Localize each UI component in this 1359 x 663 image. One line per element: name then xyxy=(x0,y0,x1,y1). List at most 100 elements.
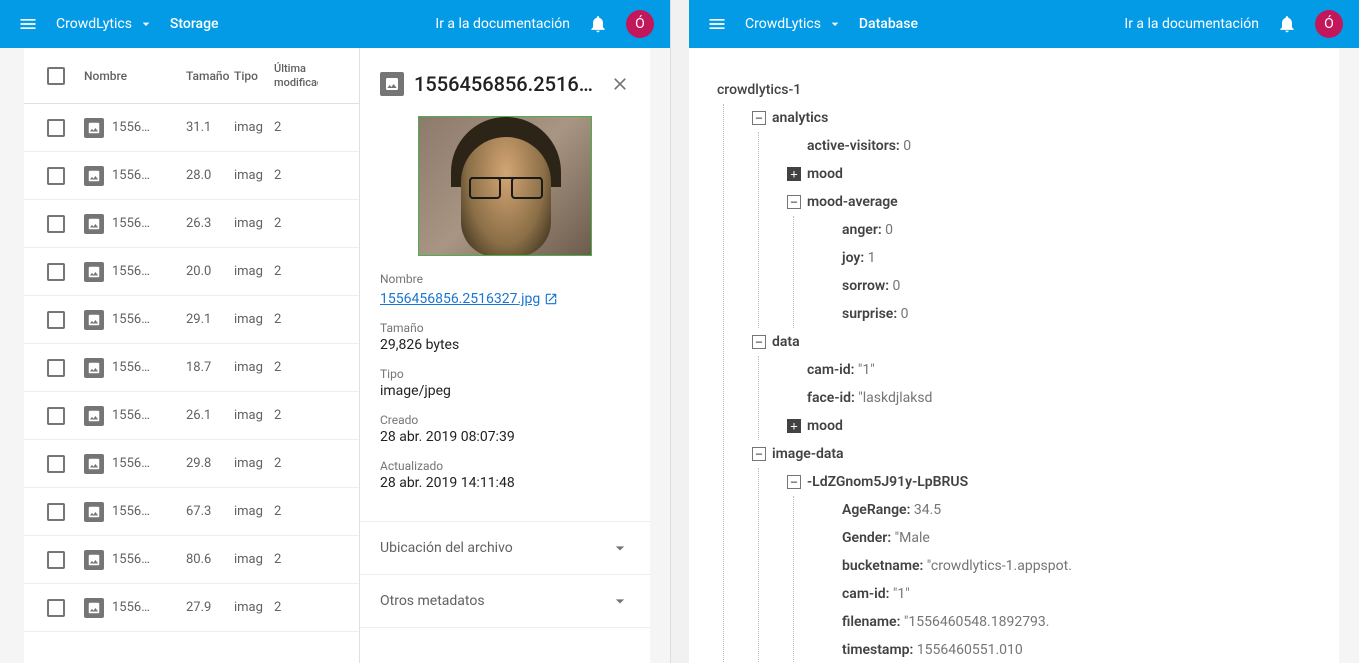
image-icon xyxy=(84,550,104,570)
file-name: 1556… xyxy=(112,312,150,327)
project-selector[interactable]: CrowdLytics xyxy=(745,16,843,32)
file-name: 1556… xyxy=(112,408,150,423)
bucketname-value: "crowdlytics-1.appspot. xyxy=(923,558,1072,574)
file-name: 1556… xyxy=(112,504,150,519)
row-checkbox[interactable] xyxy=(47,455,65,473)
meta-created-value: 28 abr. 2019 08:07:39 xyxy=(380,429,630,445)
menu-icon[interactable] xyxy=(16,12,40,36)
menu-icon[interactable] xyxy=(705,12,729,36)
image-data-node[interactable]: image-data xyxy=(772,446,844,462)
table-row[interactable]: 1556… 29.1 imag 2 xyxy=(24,296,359,344)
row-checkbox[interactable] xyxy=(47,215,65,233)
agerange-key[interactable]: AgeRange: xyxy=(842,502,910,518)
collapse-toggle[interactable]: − xyxy=(752,335,766,349)
gender-value: "Male xyxy=(891,530,930,546)
db-tree: crowdlytics-1 −analytics active-visitors… xyxy=(689,48,1339,663)
table-row[interactable]: 1556… 26.1 imag 2 xyxy=(24,392,359,440)
timestamp-key[interactable]: timestamp: xyxy=(842,642,913,658)
chevron-down-icon xyxy=(610,538,630,558)
sorrow-key[interactable]: sorrow: xyxy=(842,278,889,294)
row-checkbox[interactable] xyxy=(47,119,65,137)
docs-link[interactable]: Ir a la documentación xyxy=(1124,16,1259,32)
active-visitors-key[interactable]: active-visitors: xyxy=(807,138,900,154)
mood-node[interactable]: mood xyxy=(807,418,843,434)
table-row[interactable]: 1556… 20.0 imag 2 xyxy=(24,248,359,296)
header-size[interactable]: Tamaño xyxy=(186,69,234,83)
bell-icon[interactable] xyxy=(1275,12,1299,36)
close-icon[interactable] xyxy=(610,74,630,94)
file-location-expander[interactable]: Ubicación del archivo xyxy=(360,522,650,575)
db-root[interactable]: crowdlytics-1 xyxy=(717,76,1331,104)
image-record-node[interactable]: -LdZGnom5J91y-LpBRUS xyxy=(807,474,968,490)
expand-toggle[interactable]: + xyxy=(787,167,801,181)
row-checkbox[interactable] xyxy=(47,407,65,425)
select-all-checkbox[interactable] xyxy=(47,67,65,85)
avatar[interactable]: Ó xyxy=(1315,10,1343,38)
file-name: 1556… xyxy=(112,168,150,183)
file-modified: 2 xyxy=(274,408,318,423)
table-row[interactable]: 1556… 29.8 imag 2 xyxy=(24,440,359,488)
surprise-key[interactable]: surprise: xyxy=(842,306,897,322)
table-row[interactable]: 1556… 31.1 imag 2 xyxy=(24,104,359,152)
table-row[interactable]: 1556… 27.9 imag 2 xyxy=(24,584,359,632)
file-size: 67.3 xyxy=(186,504,234,519)
row-checkbox[interactable] xyxy=(47,599,65,617)
scrollbar[interactable] xyxy=(671,0,689,663)
table-header: Nombre Tamaño Tipo Última modificación xyxy=(24,48,359,104)
gender-key[interactable]: Gender: xyxy=(842,530,891,546)
table-row[interactable]: 1556… 80.6 imag 2 xyxy=(24,536,359,584)
collapse-toggle[interactable]: − xyxy=(787,195,801,209)
collapse-toggle[interactable]: − xyxy=(752,111,766,125)
row-checkbox[interactable] xyxy=(47,263,65,281)
image-icon xyxy=(84,406,104,426)
table-row[interactable]: 1556… 26.3 imag 2 xyxy=(24,200,359,248)
collapse-toggle[interactable]: − xyxy=(787,475,801,489)
header-modified[interactable]: Última modificación xyxy=(274,62,318,88)
row-checkbox[interactable] xyxy=(47,167,65,185)
faceid-key[interactable]: face-id: xyxy=(807,390,855,406)
chevron-down-icon xyxy=(610,591,630,611)
file-size: 29.8 xyxy=(186,456,234,471)
anger-key[interactable]: anger: xyxy=(842,222,882,238)
topbar-storage: CrowdLytics Storage Ir a la documentació… xyxy=(0,0,670,48)
table-row[interactable]: 1556… 18.7 imag 2 xyxy=(24,344,359,392)
data-node[interactable]: data xyxy=(772,334,800,350)
avatar[interactable]: Ó xyxy=(626,10,654,38)
active-visitors-value: 0 xyxy=(900,138,911,154)
image-icon xyxy=(84,118,104,138)
row-checkbox[interactable] xyxy=(47,359,65,377)
file-type: imag xyxy=(234,408,274,423)
collapse-toggle[interactable]: − xyxy=(752,447,766,461)
header-name[interactable]: Nombre xyxy=(76,69,186,83)
header-type[interactable]: Tipo xyxy=(234,69,274,83)
filename-key[interactable]: filename: xyxy=(842,614,900,630)
image-icon xyxy=(84,358,104,378)
file-name: 1556… xyxy=(112,216,150,231)
table-row[interactable]: 1556… 67.3 imag 2 xyxy=(24,488,359,536)
meta-updated-label: Actualizado xyxy=(380,459,630,473)
joy-value: 1 xyxy=(864,250,875,266)
file-type: imag xyxy=(234,168,274,183)
meta-updated-value: 28 abr. 2019 14:11:48 xyxy=(380,475,630,491)
analytics-node[interactable]: analytics xyxy=(772,110,828,126)
joy-key[interactable]: joy: xyxy=(842,250,864,266)
camid-key[interactable]: cam-id: xyxy=(807,362,854,378)
file-size: 26.3 xyxy=(186,216,234,231)
file-type: imag xyxy=(234,264,274,279)
file-size: 29.1 xyxy=(186,312,234,327)
filename-link[interactable]: 1556456856.2516327.jpg xyxy=(380,291,558,307)
table-row[interactable]: 1556… 28.0 imag 2 xyxy=(24,152,359,200)
row-checkbox[interactable] xyxy=(47,551,65,569)
docs-link[interactable]: Ir a la documentación xyxy=(435,16,570,32)
bell-icon[interactable] xyxy=(586,12,610,36)
row-checkbox[interactable] xyxy=(47,503,65,521)
mood-average-node[interactable]: mood-average xyxy=(807,194,898,210)
file-type: imag xyxy=(234,552,274,567)
expand-toggle[interactable]: + xyxy=(787,419,801,433)
row-checkbox[interactable] xyxy=(47,311,65,329)
project-selector[interactable]: CrowdLytics xyxy=(56,16,154,32)
mood-node[interactable]: mood xyxy=(807,166,843,182)
camid-key[interactable]: cam-id: xyxy=(842,586,889,602)
other-metadata-expander[interactable]: Otros metadatos xyxy=(360,575,650,628)
bucketname-key[interactable]: bucketname: xyxy=(842,558,923,574)
